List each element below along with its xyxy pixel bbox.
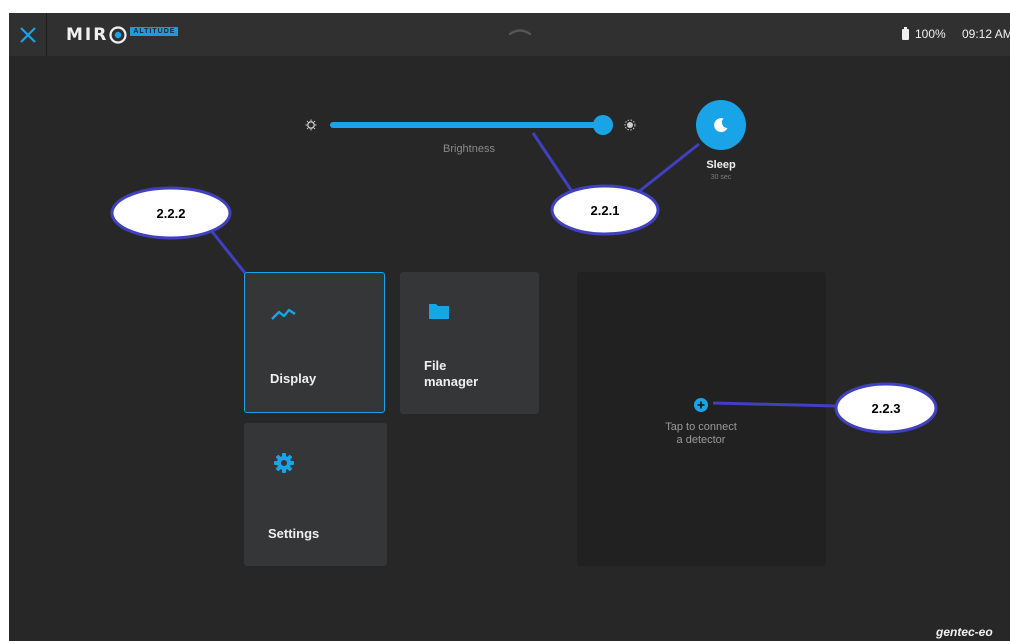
callout-2-2-3: 2.2.3 [834, 382, 938, 434]
callout-line-tiles [208, 228, 247, 274]
callout-lines [208, 132, 839, 408]
callout-label-detector: 2.2.3 [872, 401, 901, 416]
callout-line-detector [712, 401, 839, 408]
callout-line-sleep [631, 142, 700, 199]
callout-2-2-2: 2.2.2 [110, 186, 232, 240]
callout-overlay: 2.2.2 2.2.1 2.2.3 [110, 132, 938, 434]
callout-line-brightness [531, 132, 575, 194]
callout-2-2-1: 2.2.1 [550, 184, 660, 236]
callout-label-brightness: 2.2.1 [591, 203, 620, 218]
callout-label-tiles: 2.2.2 [157, 206, 186, 221]
